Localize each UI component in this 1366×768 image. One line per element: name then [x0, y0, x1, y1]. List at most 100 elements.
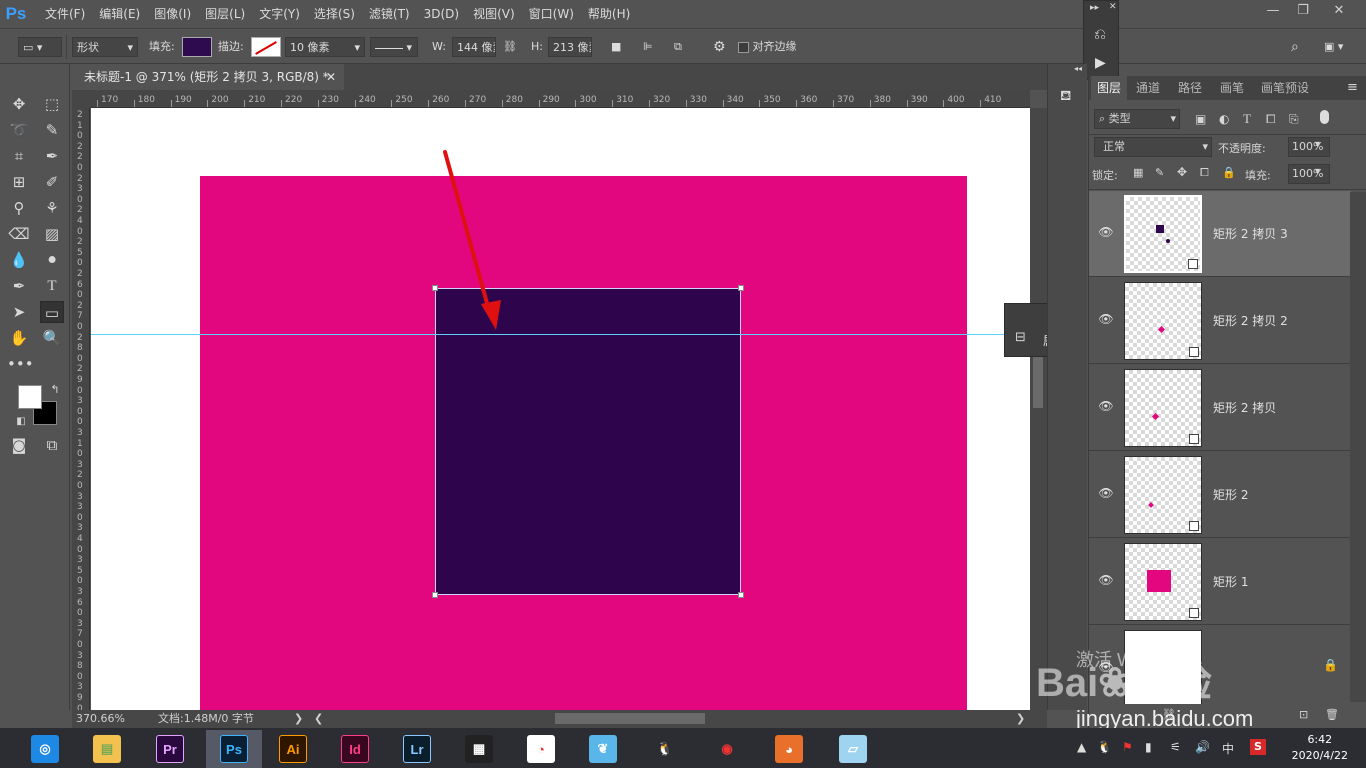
layer-row[interactable]: 👁 矩形 1	[1089, 539, 1351, 625]
visibility-eye-icon[interactable]: 👁	[1097, 399, 1115, 413]
lock-pixels-icon[interactable]: ✎	[1155, 166, 1164, 179]
layer-thumbnail[interactable]	[1124, 195, 1202, 273]
layers-tab[interactable]: 画笔预设	[1253, 76, 1317, 100]
gradient-tool-icon[interactable]: ▨	[40, 223, 64, 245]
layer-thumbnail[interactable]	[1124, 456, 1202, 534]
layer-thumbnail[interactable]	[1124, 543, 1202, 621]
rectangle-tool-icon[interactable]: ▭	[40, 301, 64, 323]
document-info[interactable]: 文档:1.48M/0 字节	[158, 710, 254, 728]
lock-transparent-icon[interactable]: ▦	[1133, 166, 1143, 179]
dodge-tool-icon[interactable]: ⚫	[40, 249, 64, 271]
layer-row[interactable]: 👁 矩形 2 拷贝 2	[1089, 278, 1351, 364]
blend-mode-dropdown[interactable]: 正常 ▾	[1094, 137, 1212, 157]
taskbar-app-bird[interactable]: ❦	[578, 730, 628, 768]
fill-field[interactable]: 100%	[1288, 164, 1330, 184]
properties-icon[interactable]: ⊟	[1015, 330, 1026, 345]
path-alignment-icon[interactable]: ⊫	[643, 37, 653, 57]
visibility-eye-icon[interactable]: 👁	[1097, 312, 1115, 326]
menu-item[interactable]: 3D(D)	[417, 0, 466, 28]
close-tab-icon[interactable]: ✕	[326, 64, 336, 90]
layers-tab[interactable]: 通道	[1127, 76, 1169, 100]
more-tools-icon[interactable]: •••	[7, 353, 34, 375]
width-field[interactable]: 144 像素	[452, 37, 496, 57]
layer-name[interactable]: 矩形 2 拷贝 2	[1213, 312, 1288, 329]
expand-panels-icon[interactable]: ▸▸	[1090, 3, 1099, 13]
lock-position-icon[interactable]: ✥	[1177, 165, 1187, 179]
canvas-area[interactable]	[91, 108, 1030, 710]
taskbar-app-video[interactable]: ▦	[454, 730, 504, 768]
taskbar-app-ps[interactable]: Ps	[206, 730, 262, 768]
taskbar-app-note[interactable]: ▱	[828, 730, 878, 768]
scroll-left-icon[interactable]: ❮	[314, 710, 323, 728]
pen-tool-icon[interactable]: ✒	[7, 275, 31, 297]
restore-button[interactable]: ❐	[1288, 0, 1318, 22]
taskbar-app-id[interactable]: Id	[330, 730, 380, 768]
layer-filter-dropdown[interactable]: ⌕ 类型 ▾	[1094, 109, 1180, 129]
battery-icon[interactable]: ▮	[1145, 740, 1152, 754]
history-brush-tool-icon[interactable]: ⚘	[40, 197, 64, 219]
visibility-eye-icon[interactable]: 👁	[1097, 486, 1115, 500]
vertical-scrollbar[interactable]	[1030, 108, 1047, 710]
taskbar-app-firefox[interactable]: ◕	[764, 730, 814, 768]
healing-brush-tool-icon[interactable]: ⊞	[7, 171, 31, 193]
height-field[interactable]: 213 像素	[548, 37, 592, 57]
visibility-eye-icon[interactable]: 👁	[1097, 573, 1115, 587]
scroll-right-icon[interactable]: ❯	[1016, 710, 1025, 728]
fill-swatch[interactable]	[182, 37, 212, 57]
menu-item[interactable]: 编辑(E)	[92, 0, 147, 28]
layers-tab[interactable]: 画笔	[1211, 76, 1253, 100]
filter-toggle[interactable]	[1320, 110, 1329, 124]
panel-menu-icon[interactable]: ≡	[1347, 80, 1358, 95]
layer-row[interactable]: 👁 矩形 2	[1089, 452, 1351, 538]
minimize-button[interactable]: —	[1258, 0, 1288, 22]
type-tool-icon[interactable]: T	[40, 275, 64, 297]
shape-filter-icon[interactable]: ⧠	[1266, 112, 1276, 127]
blur-tool-icon[interactable]: 💧	[7, 249, 31, 271]
taskbar-app-qq[interactable]: 🐧	[640, 730, 690, 768]
stroke-type-dropdown[interactable]: ▾	[370, 37, 418, 57]
path-operations-icon[interactable]: ■	[611, 37, 621, 57]
crop-tool-icon[interactable]: ⌗	[7, 145, 31, 167]
taskbar-app-browser[interactable]: ◎	[20, 730, 70, 768]
shape-mode-dropdown[interactable]: 形状 ▾	[72, 37, 138, 57]
qq-tray-icon[interactable]: 🐧	[1097, 740, 1112, 754]
hand-tool-icon[interactable]: ✋	[7, 327, 31, 349]
layer-name[interactable]: 矩形 2 拷贝 3	[1213, 225, 1288, 242]
taskbar-app-chrome[interactable]: ◉	[702, 730, 752, 768]
type-filter-icon[interactable]: T	[1243, 111, 1251, 127]
zoom-tool-icon[interactable]: 🔍	[40, 327, 64, 349]
ruler-origin[interactable]	[72, 90, 91, 108]
layer-thumbnail[interactable]	[1124, 282, 1202, 360]
gear-icon[interactable]: ⚙	[713, 37, 726, 57]
menu-item[interactable]: 窗口(W)	[522, 0, 581, 28]
layers-scrollbar[interactable]	[1350, 192, 1366, 702]
zoom-level[interactable]: 370.66%	[76, 710, 125, 728]
actions-play-icon[interactable]: ▶	[1095, 55, 1106, 71]
pixel-filter-icon[interactable]: ▣	[1195, 112, 1206, 126]
lock-artboard-icon[interactable]: ⧠	[1200, 166, 1209, 180]
layer-name[interactable]: 矩形 2	[1213, 486, 1248, 503]
lock-all-icon[interactable]: 🔒	[1222, 166, 1236, 179]
menu-item[interactable]: 文件(F)	[38, 0, 92, 28]
security-tray-icon[interactable]: ⚑	[1122, 740, 1133, 754]
path-arrangement-icon[interactable]: ⧉	[674, 37, 682, 57]
menu-item[interactable]: 视图(V)	[466, 0, 522, 28]
layer-row[interactable]: 👁 矩形 2 拷贝	[1089, 365, 1351, 451]
workspace-switcher[interactable]: ▣ ▾	[1324, 37, 1343, 57]
link-icon[interactable]: ⛓	[503, 37, 517, 57]
clone-stamp-tool-icon[interactable]: ⚲	[7, 197, 31, 219]
delete-layer-icon[interactable]: 🗑	[1325, 708, 1339, 721]
search-icon[interactable]: ⌕	[1291, 37, 1299, 57]
stroke-width-field[interactable]: 10 像素 ▾	[285, 37, 365, 57]
move-tool-icon[interactable]: ✥	[7, 93, 31, 115]
foreground-color-swatch[interactable]	[18, 385, 42, 409]
lasso-tool-icon[interactable]: ➰	[7, 119, 31, 141]
visibility-eye-icon[interactable]: 👁	[1097, 225, 1115, 239]
volume-icon[interactable]: 🔊	[1195, 740, 1210, 754]
taskbar-app-explorer[interactable]: ▤	[82, 730, 132, 768]
taskbar-app-lr[interactable]: Lr	[392, 730, 442, 768]
network-icon[interactable]: ⚟	[1170, 740, 1181, 754]
stroke-swatch[interactable]	[251, 37, 281, 57]
eyedropper-tool-icon[interactable]: ✒	[40, 145, 64, 167]
taskbar-clock[interactable]: 6:42 2020/4/22	[1292, 732, 1348, 764]
